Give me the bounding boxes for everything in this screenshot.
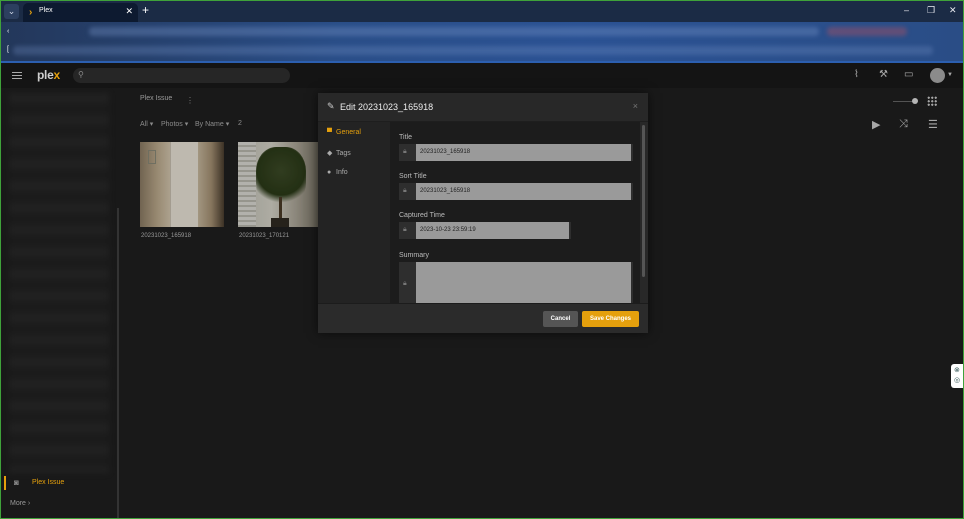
save-changes-button[interactable]: Save Changes: [582, 311, 639, 327]
lock-icon[interactable]: 🔒︎: [403, 148, 407, 156]
plex-favicon-icon: ›: [29, 7, 33, 18]
logo-text: ple: [37, 68, 54, 82]
dialog-body: Title 🔒︎ 20231023_165918 Sort Title 🔒︎ 2…: [390, 122, 640, 303]
title-input[interactable]: 20231023_165918: [416, 144, 631, 161]
extension-widget[interactable]: ⊗ ◎: [951, 364, 963, 388]
tag-icon: ◆: [327, 150, 333, 157]
toolbar-icons-blurred: [827, 27, 907, 36]
sort-title-input[interactable]: 20231023_165918: [416, 183, 631, 200]
tab-menu-chevron-down-icon[interactable]: ⌄: [4, 4, 19, 19]
summary-label: Summary: [399, 252, 429, 259]
cancel-button[interactable]: Cancel: [543, 311, 578, 327]
dialog-nav: ▀ General ◆ Tags ● Info: [318, 122, 390, 303]
lock-icon[interactable]: 🔒︎: [403, 226, 407, 234]
back-icon[interactable]: ‹: [7, 28, 9, 35]
search-input[interactable]: ⚲: [73, 68, 290, 83]
dialog-title: Edit 20231023_165918: [340, 102, 434, 112]
bookmark-icon[interactable]: [: [7, 46, 9, 53]
summary-field[interactable]: 🔒︎: [399, 262, 633, 303]
title-value: 20231023_165918: [420, 149, 471, 155]
tab-info-label: Info: [336, 169, 348, 176]
search-icon: ⚲: [78, 70, 84, 79]
tab-title: Plex: [39, 7, 53, 14]
captured-time-input[interactable]: 2023-10-23 23:59:19: [416, 222, 569, 239]
avatar-chevron-down-icon[interactable]: ▼: [947, 72, 953, 78]
sidebar-item-plex-issue[interactable]: ◙ Plex Issue: [4, 476, 116, 490]
dialog-close-icon[interactable]: ×: [633, 101, 638, 111]
plex-header: plex ⚲ ⌇ ⚒ ▭ ▼: [1, 63, 963, 88]
settings-icon[interactable]: ⚒: [879, 69, 888, 80]
extension-icon[interactable]: ◎: [954, 376, 960, 384]
sidebar-more-link[interactable]: More ›: [10, 500, 30, 507]
info-icon: ●: [327, 169, 332, 176]
browser-tab[interactable]: › Plex ✕: [23, 3, 138, 22]
new-tab-button[interactable]: +: [142, 3, 149, 17]
activity-icon[interactable]: ⌇: [854, 69, 859, 80]
cast-icon[interactable]: ▭: [904, 69, 913, 80]
general-icon: ▀: [327, 129, 332, 136]
lock-icon[interactable]: 🔒︎: [403, 187, 407, 195]
tab-tags-label: Tags: [336, 150, 351, 157]
sidebar: ◙ Plex Issue More ›: [1, 88, 119, 518]
title-label: Title: [399, 134, 412, 141]
tab-tags[interactable]: ◆ Tags: [327, 149, 351, 157]
captured-time-field[interactable]: 🔒︎ 2023-10-23 23:59:19: [399, 222, 571, 239]
camera-icon: ◙: [14, 478, 19, 487]
dialog-footer: Cancel Save Changes: [318, 303, 648, 333]
captured-time-label: Captured Time: [399, 212, 445, 219]
window-close-icon[interactable]: ✕: [949, 5, 957, 16]
lock-icon[interactable]: 🔒︎: [403, 280, 407, 288]
avatar[interactable]: [930, 68, 945, 83]
address-bar-blurred[interactable]: [89, 27, 819, 36]
pencil-icon: ✎: [327, 101, 335, 111]
sort-title-label: Sort Title: [399, 173, 427, 180]
address-bar-area: ‹ [: [1, 22, 963, 61]
tab-general[interactable]: ▀ General: [327, 129, 361, 136]
sidebar-blurred-items: [9, 93, 109, 473]
plex-logo[interactable]: plex: [37, 68, 60, 82]
sort-title-field[interactable]: 🔒︎ 20231023_165918: [399, 183, 633, 200]
restore-icon[interactable]: ❐: [927, 5, 935, 16]
edit-photo-dialog: ✎ Edit 20231023_165918 × ▀ General ◆ Tags …: [318, 93, 648, 333]
browser-window: ⌄ › Plex ✕ + – ❐ ✕ ‹ [ plex ⚲ ⌇ ⚒ ▭ ▼ ◙ …: [0, 0, 964, 519]
dialog-header: ✎ Edit 20231023_165918 ×: [318, 93, 648, 122]
hamburger-menu-icon[interactable]: [12, 72, 22, 79]
title-field[interactable]: 🔒︎ 20231023_165918: [399, 144, 633, 161]
tab-info[interactable]: ● Info: [327, 169, 348, 176]
captured-time-value: 2023-10-23 23:59:19: [420, 227, 476, 233]
tab-close-icon[interactable]: ✕: [125, 6, 133, 17]
minimize-icon[interactable]: –: [904, 5, 909, 15]
dialog-scrollbar[interactable]: [642, 125, 645, 277]
sort-title-value: 20231023_165918: [420, 188, 471, 194]
close-icon[interactable]: ⊗: [954, 366, 960, 374]
browser-tab-strip: ⌄ › Plex ✕ + – ❐ ✕: [1, 1, 963, 22]
sidebar-item-label: Plex Issue: [32, 479, 65, 486]
tab-general-label: General: [336, 129, 361, 136]
bookmarks-bar-blurred: [13, 46, 933, 55]
logo-x: x: [53, 68, 60, 82]
summary-textarea[interactable]: [416, 262, 631, 303]
